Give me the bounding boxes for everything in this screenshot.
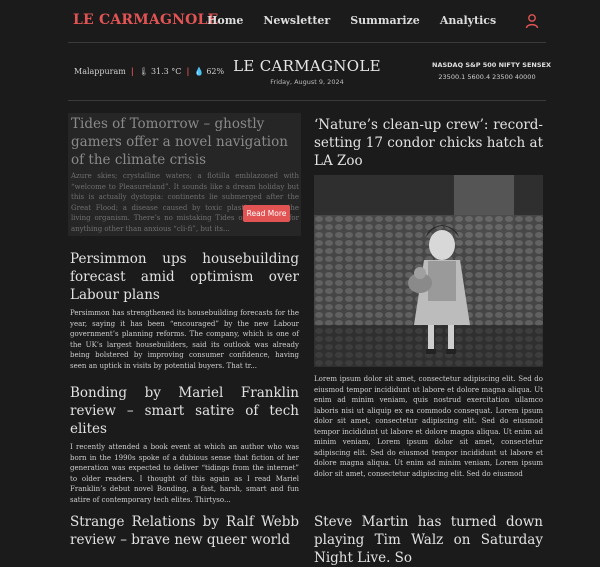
featured-article-title[interactable]: Tides of Tomorrow – ghostly gamers offer… (71, 115, 299, 169)
article-title[interactable]: Persimmon ups housebuilding forecast ami… (70, 250, 299, 304)
featured-article-excerpt: Azure skies; crystalline waters; a floti… (71, 172, 299, 233)
article-item[interactable]: Bonding by Mariel Franklin review – smar… (70, 384, 299, 505)
nav-home[interactable]: Home (207, 14, 243, 27)
main-nav: Home Newsletter Summarize Analytics (207, 14, 516, 27)
article-title[interactable]: Bonding by Mariel Franklin review – smar… (70, 384, 299, 438)
article-excerpt: Persimmon has strengthened its housebuil… (70, 309, 299, 370)
separator: | (130, 66, 134, 76)
weather-widget: Malappuram | 🌡 31.3 °C | 💧 62% (74, 66, 224, 76)
brand-logo[interactable]: LE CARMAGNOLE (73, 12, 218, 28)
article-item[interactable]: Steve Martin has turned down playing Tim… (314, 513, 543, 567)
thermometer-icon: 🌡 (138, 66, 149, 76)
masthead-date: Friday, August 9, 2024 (270, 78, 344, 86)
article-excerpt: I recently attended a book event at whic… (70, 443, 299, 504)
article-item[interactable]: Strange Relations by Ralf Webb review – … (70, 513, 299, 549)
masthead-title: LE CARMAGNOLE (233, 57, 381, 75)
humidity-icon: 💧 (194, 66, 205, 76)
infobar-divider (68, 100, 546, 101)
article-excerpt: Lorem ipsum dolor sit amet, consectetur … (314, 375, 543, 478)
nav-analytics[interactable]: Analytics (440, 14, 496, 27)
article-item[interactable]: ‘Nature’s clean-up crew’: record-setting… (314, 116, 543, 170)
market-names: NASDAQ S&P 500 NIFTY SENSEX (432, 61, 551, 69)
article-title[interactable]: ‘Nature’s clean-up crew’: record-setting… (314, 116, 543, 170)
article-title[interactable]: Strange Relations by Ralf Webb review – … (70, 513, 299, 549)
market-values: 23500.1 5600.4 23500 40000 (438, 73, 536, 81)
masthead: LE CARMAGNOLE Friday, August 9, 2024 (230, 57, 384, 86)
nav-summarize[interactable]: Summarize (350, 14, 420, 27)
market-ticker: NASDAQ S&P 500 NIFTY SENSEX 23500.1 5600… (432, 61, 551, 81)
humidity-value: 62% (206, 66, 225, 76)
header-divider (68, 42, 546, 43)
nav-newsletter[interactable]: Newsletter (263, 14, 330, 27)
location-label: Malappuram (74, 66, 126, 76)
article-item[interactable]: Lorem ipsum dolor sit amet, consectetur … (314, 370, 543, 479)
article-photo[interactable] (314, 175, 543, 367)
read-more-button[interactable]: Read More (243, 205, 290, 222)
top-navbar: LE CARMAGNOLE Home Newsletter Summarize … (0, 0, 600, 42)
user-icon[interactable] (524, 13, 540, 29)
temperature-value: 31.3 °C (150, 66, 182, 76)
article-title[interactable]: Steve Martin has turned down playing Tim… (314, 513, 543, 567)
article-item[interactable]: Persimmon ups housebuilding forecast ami… (70, 250, 299, 371)
separator: | (186, 66, 190, 76)
